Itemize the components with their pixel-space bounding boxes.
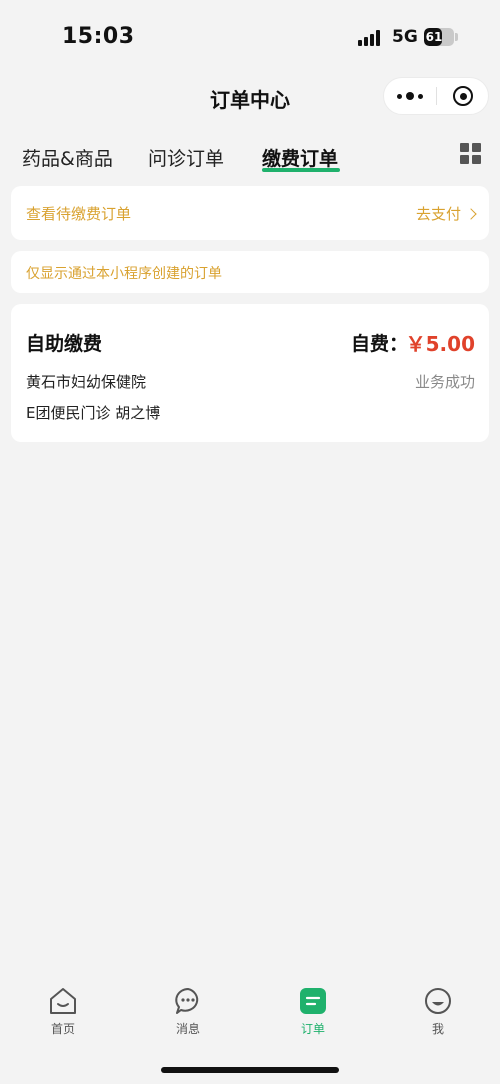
home-indicator — [161, 1067, 339, 1073]
order-card[interactable]: 自助缴费 自费： ￥5.00 黄石市妇幼保健院 业务成功 E团便民门诊 胡之博 — [11, 304, 489, 442]
grid-icon[interactable] — [460, 143, 482, 165]
go-pay-label: 去支付 — [415, 205, 461, 223]
status-time: 15:03 — [62, 24, 135, 49]
amount-label: 自费： — [351, 333, 409, 355]
profile-icon — [425, 988, 451, 1014]
pending-payment-banner[interactable]: 查看待缴费订单 去支付 — [11, 186, 489, 240]
more-dots-icon[interactable] — [384, 78, 436, 114]
tabbar-item-me[interactable]: 我 — [398, 978, 478, 1048]
order-type-tabs: 药品&商品 问诊订单 缴费订单 — [0, 140, 500, 176]
network-type: 5G — [392, 27, 418, 47]
pending-payment-label: 查看待缴费订单 — [26, 205, 132, 223]
battery-cap — [455, 33, 458, 41]
notice-banner: 仅显示通过本小程序创建的订单 — [11, 251, 489, 293]
cellular-signal-icon — [358, 30, 384, 46]
order-title: 自助缴费 — [26, 333, 103, 355]
battery-icon: 61 — [424, 28, 454, 46]
tabbar-label-home: 首页 — [50, 1022, 75, 1036]
target-close-icon[interactable] — [437, 78, 489, 114]
go-pay-link[interactable]: 去支付 — [415, 203, 477, 224]
mini-program-capsule — [383, 77, 489, 115]
tab-payment-orders[interactable]: 缴费订单 — [262, 144, 338, 171]
battery-level: 61 — [425, 30, 443, 44]
active-tab-indicator — [262, 168, 340, 172]
tabbar-label-me: 我 — [431, 1022, 444, 1036]
order-amount: ￥5.00 — [405, 332, 475, 356]
order-icon — [300, 988, 326, 1014]
tabbar-label-orders: 订单 — [300, 1022, 325, 1036]
tabbar-item-orders[interactable]: 订单 — [273, 978, 353, 1048]
department-doctor: E团便民门诊 胡之博 — [26, 404, 161, 422]
tabbar-label-messages: 消息 — [175, 1022, 200, 1036]
tab-consultation-orders[interactable]: 问诊订单 — [148, 144, 224, 171]
chevron-right-icon — [465, 207, 477, 220]
status-bar: 15:03 5G 61 — [0, 0, 500, 70]
order-status: 业务成功 — [414, 373, 475, 391]
tabbar-item-home[interactable]: 首页 — [23, 978, 103, 1048]
home-icon — [50, 988, 76, 1014]
notice-text: 仅显示通过本小程序创建的订单 — [26, 266, 222, 282]
message-icon — [175, 988, 199, 1014]
bottom-tab-bar: 首页 消息 订单 我 — [0, 978, 500, 1058]
hospital-name: 黄石市妇幼保健院 — [26, 373, 147, 391]
tabbar-item-messages[interactable]: 消息 — [148, 978, 228, 1048]
tab-medicine-goods[interactable]: 药品&商品 — [22, 144, 113, 171]
